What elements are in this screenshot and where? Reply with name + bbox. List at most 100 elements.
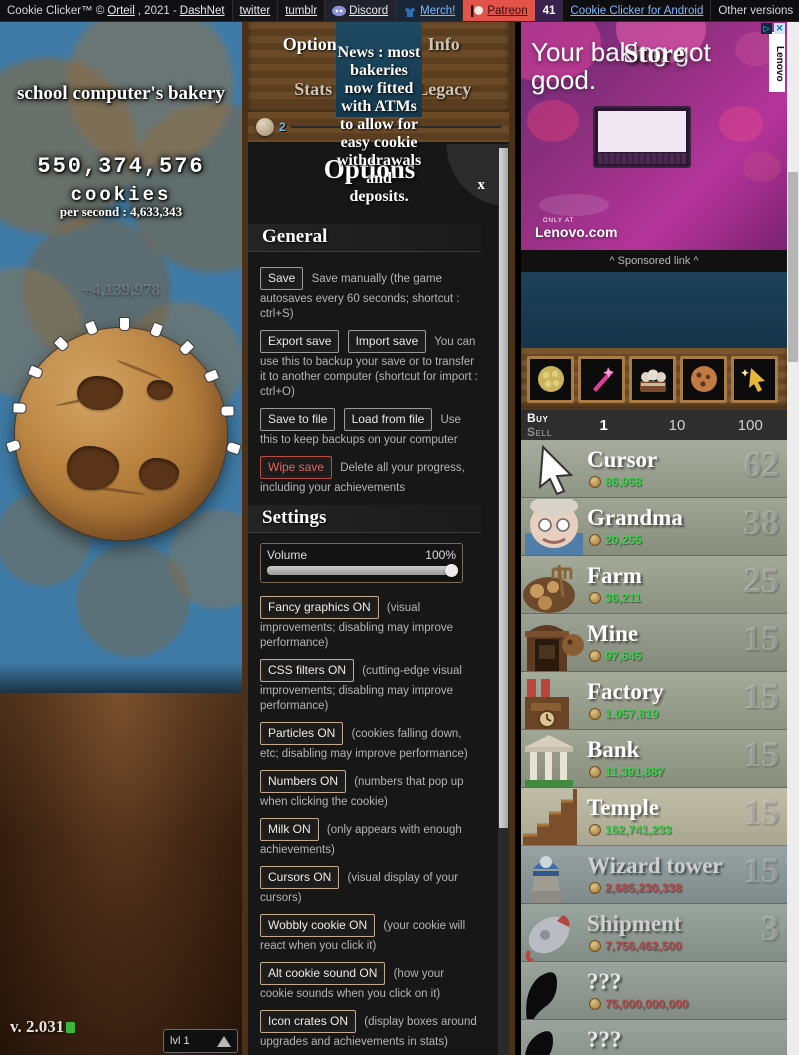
store-scrollbar-thumb[interactable] bbox=[788, 172, 798, 362]
volume-track[interactable] bbox=[267, 564, 458, 577]
load-from-file-button[interactable]: Load from file bbox=[343, 408, 433, 431]
option-row-save: Save Save manually (the game autosaves e… bbox=[248, 262, 491, 325]
option-row-alt-cookie-sound: Alt cookie sound ON (how your cookie sou… bbox=[248, 957, 491, 1005]
upgrade-slot-4[interactable] bbox=[680, 355, 727, 403]
product-factory[interactable]: Factory 1,057,819 15 bbox=[521, 672, 787, 730]
buy-mode-button[interactable]: Buy bbox=[527, 411, 567, 425]
import-save-button[interactable]: Import save bbox=[347, 330, 427, 353]
product-price: 36,211 bbox=[589, 591, 641, 605]
merch-link[interactable]: Merch! bbox=[396, 0, 464, 21]
option-row-icon-crates: Icon crates ON (display boxes around upg… bbox=[248, 1005, 491, 1053]
twitter-label: twitter bbox=[239, 4, 271, 17]
store-title: Store bbox=[623, 38, 685, 68]
ad-laptop-keyboard bbox=[598, 153, 686, 164]
product-temple[interactable]: Temple 162,741,233 15 bbox=[521, 788, 787, 846]
milk-layer bbox=[0, 693, 242, 1055]
volume-slider[interactable]: Volume 100% bbox=[260, 543, 463, 583]
upgrade-count: 2 bbox=[279, 120, 286, 134]
option-row-particles: Particles ON (cookies falling down, etc;… bbox=[248, 717, 491, 765]
upgrade-slot-3[interactable] bbox=[629, 355, 676, 403]
product-grandma[interactable]: Grandma 20,255 38 bbox=[521, 498, 787, 556]
product-farm[interactable]: Farm 36,211 25 bbox=[521, 556, 787, 614]
volume-label: Volume bbox=[267, 548, 308, 562]
product-shipment[interactable]: Shipment 7,756,462,500 3 bbox=[521, 904, 787, 962]
bulk-10-button[interactable]: 10 bbox=[640, 410, 713, 440]
bulk-100-button[interactable]: 100 bbox=[714, 410, 787, 440]
product-price-value: 20,255 bbox=[605, 533, 642, 547]
cursors-toggle[interactable]: Cursors ON bbox=[260, 866, 340, 889]
product-bank[interactable]: Bank 11,391,887 15 bbox=[521, 730, 787, 788]
product-list: Cursor 86,968 62 Grandma 20,255 38 Farm bbox=[521, 440, 787, 1055]
export-save-button[interactable]: Export save bbox=[260, 330, 340, 353]
locked-building-icon bbox=[523, 963, 585, 1019]
discord-link[interactable]: Discord bbox=[325, 0, 397, 21]
patreon-link[interactable]: Patreon bbox=[463, 0, 536, 21]
adchoices-icon[interactable]: ▷ bbox=[761, 23, 772, 34]
cookie-count-unit: cookies bbox=[70, 184, 172, 206]
cookie-cluster-icon bbox=[537, 366, 564, 392]
product-price: 86,968 bbox=[589, 475, 642, 489]
dashnet-link[interactable]: DashNet bbox=[180, 5, 225, 17]
volume-knob[interactable] bbox=[445, 564, 458, 577]
bulk-1-button[interactable]: 1 bbox=[567, 410, 640, 440]
product-wizard-tower[interactable]: Wizard tower 2,685,230,338 15 bbox=[521, 846, 787, 904]
save-to-file-button[interactable]: Save to file bbox=[260, 408, 336, 431]
product-price: 11,391,887 bbox=[589, 765, 664, 779]
alt-cookie-sound-toggle[interactable]: Alt cookie sound ON bbox=[260, 962, 386, 985]
product-price-value: 1,057,819 bbox=[605, 707, 659, 721]
product-locked-1[interactable]: ??? 75,000,000,000 bbox=[521, 962, 787, 1020]
menu-scrollbar-thumb[interactable] bbox=[499, 148, 508, 828]
css-filters-toggle[interactable]: CSS filters ON bbox=[260, 659, 355, 682]
product-name: Cursor bbox=[587, 447, 658, 472]
level-indicator[interactable]: lvl 1 bbox=[163, 1029, 238, 1053]
magic-wand-icon bbox=[592, 367, 614, 392]
version-text: v. 2.031 bbox=[10, 1017, 65, 1036]
big-cookie[interactable] bbox=[5, 317, 242, 540]
android-link[interactable]: Cookie Clicker for Android bbox=[563, 0, 712, 21]
patreon-icon bbox=[470, 4, 484, 18]
tumblr-link[interactable]: tumblr bbox=[278, 0, 326, 21]
product-price-value: 2,685,230,338 bbox=[605, 881, 682, 895]
top-bar: Cookie Clicker™ © Orteil, 2021 - DashNet… bbox=[0, 0, 799, 22]
sell-mode-button[interactable]: Sell bbox=[527, 425, 567, 439]
cookie-coin-icon bbox=[589, 708, 601, 720]
upgrade-icon[interactable] bbox=[256, 118, 274, 136]
fancy-graphics-toggle[interactable]: Fancy graphics ON bbox=[260, 596, 379, 619]
ad-laptop-screen bbox=[598, 111, 686, 152]
upgrade-slot-1[interactable] bbox=[527, 355, 574, 403]
kongregate-link[interactable]: 41 bbox=[535, 0, 564, 21]
farm-icon bbox=[523, 557, 585, 613]
icon-crates-toggle[interactable]: Icon crates ON bbox=[260, 1010, 357, 1033]
wipe-save-button[interactable]: Wipe save bbox=[260, 456, 333, 479]
particles-toggle[interactable]: Particles ON bbox=[260, 722, 344, 745]
product-price: 7,756,462,500 bbox=[589, 939, 682, 953]
product-price-value: 36,211 bbox=[605, 591, 642, 605]
cookie-coin-icon bbox=[589, 824, 601, 836]
product-locked-2[interactable]: ??? bbox=[521, 1020, 787, 1055]
product-name: Temple bbox=[587, 795, 659, 820]
twitter-link[interactable]: twitter bbox=[232, 0, 279, 21]
kongregate-label: 41 bbox=[542, 4, 556, 17]
upgrade-slot-2[interactable] bbox=[578, 355, 625, 403]
mine-icon bbox=[523, 615, 585, 671]
other-versions-link[interactable]: Other versions bbox=[711, 0, 799, 21]
product-price-value: 11,391,887 bbox=[605, 765, 665, 779]
buy-sell-labels: Buy Sell bbox=[521, 410, 567, 440]
product-count: 15 bbox=[743, 792, 779, 832]
product-mine[interactable]: Mine 97,645 15 bbox=[521, 614, 787, 672]
milk-toggle[interactable]: Milk ON bbox=[260, 818, 319, 841]
cookie-coin-icon bbox=[589, 940, 601, 952]
upgrade-slot-5[interactable] bbox=[731, 355, 778, 403]
wobbly-cookie-toggle[interactable]: Wobbly cookie ON bbox=[260, 914, 376, 937]
author-link[interactable]: Orteil bbox=[107, 5, 134, 17]
bakery-name[interactable]: school computer's bakery bbox=[0, 84, 242, 104]
cookie-coin-icon bbox=[589, 882, 601, 894]
product-cursor[interactable]: Cursor 86,968 62 bbox=[521, 440, 787, 498]
option-row-numbers: Numbers ON (numbers that pop up when cli… bbox=[248, 765, 491, 813]
numbers-toggle[interactable]: Numbers ON bbox=[260, 770, 347, 793]
wizard-tower-icon bbox=[523, 847, 585, 903]
product-count: 15 bbox=[743, 850, 779, 890]
ad-close-icon[interactable]: ✕ bbox=[774, 23, 785, 34]
level-up-arrow-icon[interactable] bbox=[217, 1035, 231, 1047]
save-button[interactable]: Save bbox=[260, 267, 304, 290]
